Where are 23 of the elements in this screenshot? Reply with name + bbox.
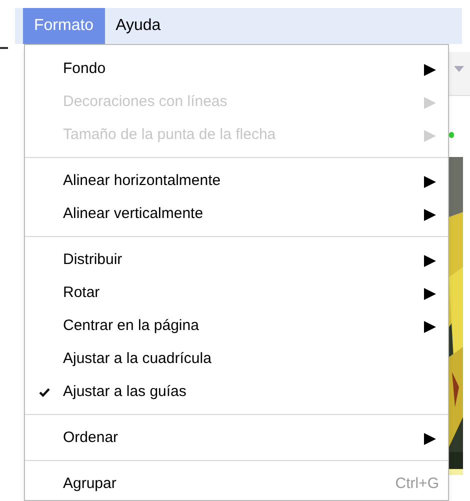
menu-item[interactable]: Centrar en la página bbox=[25, 310, 448, 343]
menu-item[interactable]: Fondo bbox=[25, 53, 448, 86]
menu-item[interactable]: Alinear verticalmente bbox=[25, 198, 448, 231]
submenu-arrow-icon bbox=[424, 320, 436, 332]
submenu-arrow-icon bbox=[424, 208, 436, 220]
submenu-arrow-icon bbox=[424, 288, 436, 300]
submenu-arrow-icon bbox=[424, 432, 436, 444]
menu-item[interactable]: Alinear horizontalmente bbox=[25, 165, 448, 198]
submenu-arrow-icon bbox=[424, 176, 436, 188]
submenu-arrow-icon bbox=[424, 254, 436, 266]
toolbar-edge bbox=[0, 47, 8, 49]
submenu-arrow-icon bbox=[424, 64, 436, 76]
menu-item[interactable]: Distribuir bbox=[25, 244, 448, 277]
submenu-arrow-icon bbox=[424, 130, 436, 142]
menu-item[interactable]: Agrupar Ctrl+G bbox=[25, 468, 448, 500]
menu-item[interactable]: Rotar bbox=[25, 277, 448, 310]
menu-item[interactable]: Ajustar a la cuadrícula bbox=[25, 343, 448, 376]
caret-icon[interactable] bbox=[454, 66, 464, 72]
menu-bar-item[interactable]: Ayuda bbox=[104, 8, 172, 44]
shortcut-label: Ctrl+G bbox=[395, 474, 439, 494]
menu-item[interactable]: Ajustar a las guías bbox=[25, 376, 448, 409]
menu-item[interactable]: Ordenar bbox=[25, 422, 448, 455]
submenu-arrow-icon bbox=[424, 96, 436, 108]
